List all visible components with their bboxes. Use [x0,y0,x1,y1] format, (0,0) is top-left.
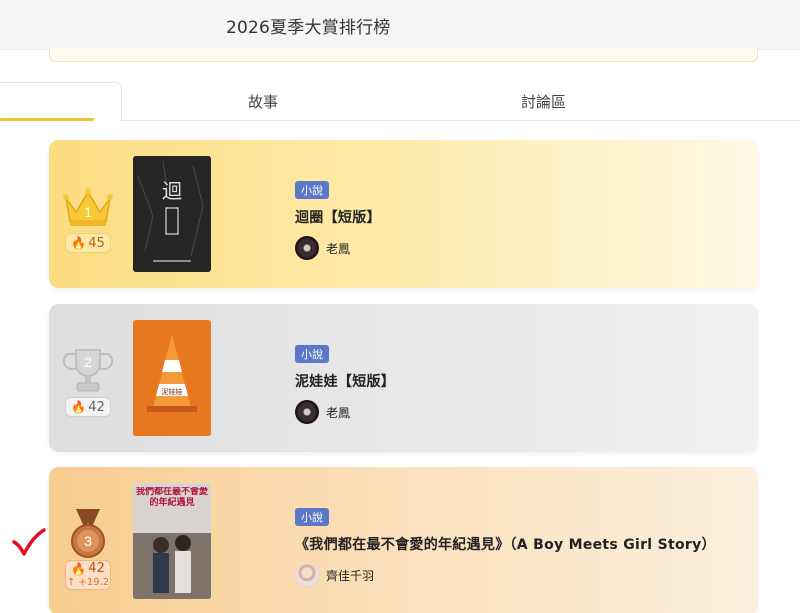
heat-badge: 🔥 42 ↑ +19.2 [65,560,111,590]
category-badge: 小說 [295,181,329,199]
tab-active[interactable] [0,82,122,122]
book-cover[interactable]: 我們都在最不會愛的年紀遇見 [133,483,211,599]
cover-title: 迴 [162,179,182,203]
announcement-bar [49,48,758,62]
flame-icon: 🔥 [71,400,87,414]
book-info: 小說 迴圈【短版】 老鳳 [295,179,381,260]
author[interactable]: 老鳳 [295,400,395,424]
rank-number: 1 [84,204,92,220]
cover-title: 我們都在最不會愛的年紀遇見 [136,487,208,508]
tabs-divider [122,120,800,121]
book-cover[interactable]: 泥娃娃 [133,320,211,436]
author-name: 老鳳 [326,241,351,256]
category-badge: 小說 [295,508,329,526]
author-name: 老鳳 [326,405,351,420]
medal-icon: 3 [62,509,114,559]
ranking-card[interactable]: 2 🔥 42 泥娃娃 小說 泥娃娃【短版】 老鳳 [49,304,758,452]
flame-icon: 🔥 [71,561,87,576]
checkmark-icon [12,528,46,556]
book-info: 小說 《我們都在最不會愛的年紀遇見》（A Boy Meets Girl Stor… [295,506,716,587]
page-title: 2026夏季大賞排行榜 [226,18,391,38]
avatar [295,236,319,260]
book-info: 小說 泥娃娃【短版】 老鳳 [295,343,395,424]
avatar [295,563,319,587]
crown-icon: 1 [62,182,114,232]
author[interactable]: 齊佳千羽 [295,563,716,587]
category-badge: 小說 [295,345,329,363]
tab-forum[interactable]: 討論區 [521,91,566,112]
trophy-icon: 2 [62,346,114,396]
author-name: 齊佳千羽 [326,568,375,583]
heat-badge: 🔥 45 [65,233,111,253]
avatar [295,400,319,424]
book-title[interactable]: 迴圈【短版】 [295,207,381,227]
book-title[interactable]: 《我們都在最不會愛的年紀遇見》（A Boy Meets Girl Story） [295,534,716,554]
flame-icon: 🔥 [71,236,87,250]
tab-active-underline [0,118,94,121]
cover-title: 泥娃娃 [162,387,183,396]
author[interactable]: 老鳳 [295,236,381,260]
heat-value: 42 [88,399,105,415]
book-title[interactable]: 泥娃娃【短版】 [295,371,395,391]
ranking-card[interactable]: 3 🔥 42 ↑ +19.2 我們都在最不會愛的年紀遇見 小說 《我們都在最不會… [49,467,758,613]
heat-badge: 🔥 42 [65,397,111,417]
rank-number: 3 [84,533,92,549]
rank-number: 2 [84,354,92,370]
tab-story[interactable]: 故事 [248,91,278,112]
heat-delta: ↑ +19.2 [66,576,110,588]
book-cover[interactable]: 迴 [133,156,211,272]
ranking-card[interactable]: 1 🔥 45 迴 小說 迴圈【短版】 老鳳 [49,140,758,288]
heat-value: 42 [88,561,105,577]
top-bar: 2026夏季大賞排行榜 [0,0,800,50]
heat-value: 45 [88,235,105,251]
